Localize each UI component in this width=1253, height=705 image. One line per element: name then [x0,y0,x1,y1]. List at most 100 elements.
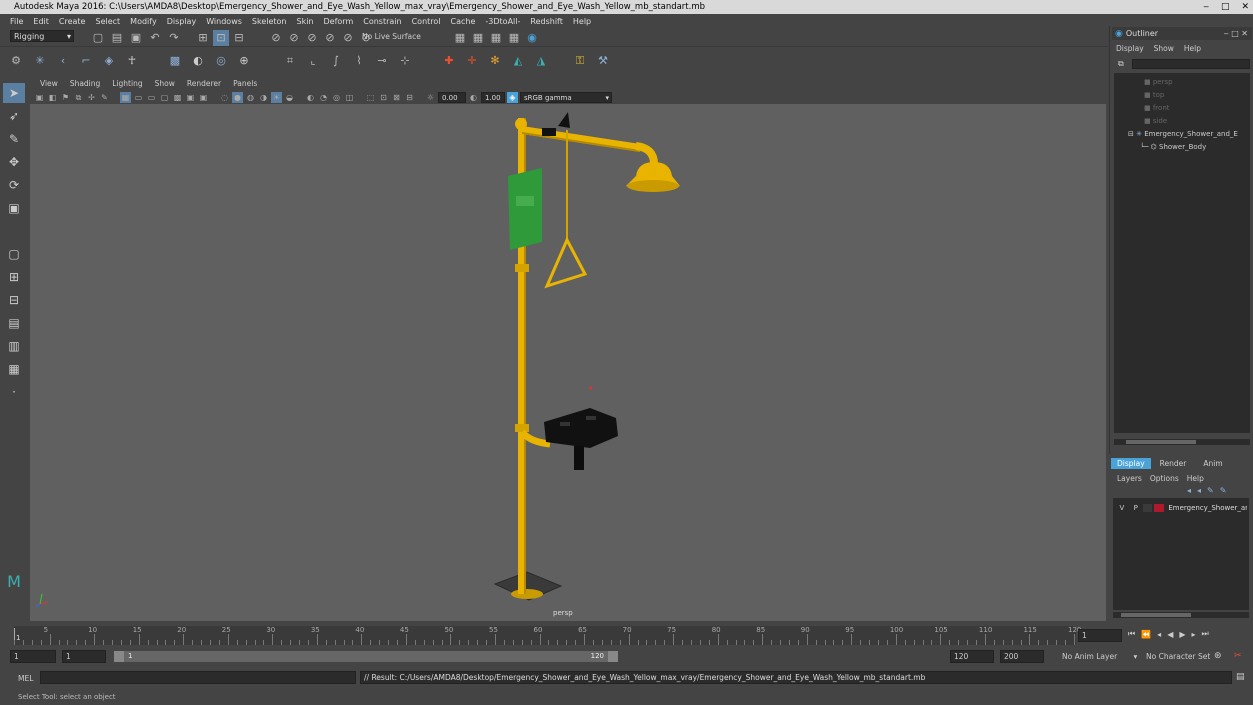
single-view-icon[interactable]: ▢ [3,244,25,264]
layout-outliner-icon[interactable]: ▤ [3,313,25,333]
outliner-hscrollbar[interactable] [1114,439,1250,445]
layer-visibility-toggle[interactable]: V [1115,504,1129,512]
gamma-field[interactable]: 1.00 [481,91,505,103]
ambient-occlusion-icon[interactable]: ◐ [305,92,316,103]
parent-constraint-icon[interactable]: ◮ [533,53,549,69]
exposure-field[interactable]: 0.00 [438,91,466,103]
script-editor-icon[interactable]: ▤ [1236,672,1245,682]
go-to-start-icon[interactable]: ⏮ [1128,629,1135,639]
bookmark-icon[interactable]: ⚑ [60,92,71,103]
redo-icon[interactable]: ↷ [166,30,182,46]
select-hierarchy-icon[interactable]: ⊞ [195,30,211,46]
new-scene-icon[interactable]: ▢ [90,30,106,46]
range-handle-right[interactable] [608,651,618,662]
outliner-menu-display[interactable]: Display [1116,44,1144,53]
joint-tool-icon[interactable]: ✳ [32,53,48,69]
select-object-icon[interactable]: ⊡ [213,30,229,46]
playback-start-field[interactable]: 1 [62,650,106,663]
grease-pencil-icon[interactable]: ✎ [99,92,110,103]
minimize-button[interactable]: ‒ [1203,0,1209,14]
detach-skin-icon[interactable]: ⌞ [305,53,321,69]
four-view-icon[interactable]: ⊞ [3,267,25,287]
viewport-menu-panels[interactable]: Panels [227,79,263,90]
smooth-shade-icon[interactable]: ● [232,91,243,103]
camera-select-icon[interactable]: ▣ [34,92,45,103]
menu-modify[interactable]: Modify [125,17,162,26]
ik-spline-icon[interactable]: ⌐ [78,53,94,69]
rotate-tool-icon[interactable]: ⟳ [3,175,25,195]
render-globe-icon[interactable]: ◉ [524,30,540,46]
anti-alias-icon[interactable]: ◎ [331,92,342,103]
layer-color-swatch[interactable] [1154,504,1165,512]
layers-menu-help[interactable]: Help [1187,474,1204,483]
outliner-window-controls[interactable]: ‒ □ ✕ [1224,29,1248,38]
bind-skin-icon[interactable]: ⌗ [282,53,298,69]
menu-file[interactable]: File [5,17,28,26]
layer-playback-toggle[interactable]: P [1129,504,1143,512]
render-frame-icon[interactable]: ▦ [452,30,468,46]
undo-icon[interactable]: ↶ [147,30,163,46]
move-layer-up-icon[interactable]: ◂ [1187,486,1191,495]
outliner-item-side[interactable]: ■ side [1144,117,1167,125]
filter-icon[interactable]: ⧉ [1118,59,1124,69]
aim-constraint-icon[interactable]: ✛ [464,53,480,69]
safe-title-icon[interactable]: ▣ [198,92,209,103]
layout-hypershade-icon[interactable]: ▦ [3,359,25,379]
copy-weights-icon[interactable]: ⊸ [374,53,390,69]
set-driven-key-icon[interactable]: ⚿ [572,53,588,69]
time-ruler[interactable]: 1 5 10 15 20 25 30 35 40 45 50 55 60 65 70 75 80 85 90 95 1… [14,626,1081,645]
paint-weights-icon[interactable]: ∫ [328,53,344,69]
wire-on-shaded-icon[interactable]: ◍ [245,92,256,103]
paint-select-icon[interactable]: ✎ [3,129,25,149]
use-all-lights-icon[interactable]: ☀ [271,91,282,103]
xray-joints-icon[interactable]: ⊠ [391,92,402,103]
maximize-button[interactable]: □ [1221,0,1230,14]
outliner-menu-help[interactable]: Help [1184,44,1201,53]
point-constraint-icon[interactable]: ✚ [441,53,457,69]
snap-view-icon[interactable]: ⊘ [322,30,338,46]
blend-shape-icon[interactable]: ⚒ [595,53,611,69]
step-back-frame-icon[interactable]: ◂ [1157,630,1161,639]
outliner-item-persp[interactable]: ■ persp [1144,78,1173,86]
gate-mask-icon[interactable]: ▢ [159,92,170,103]
color-management-icon[interactable]: ◈ [507,91,518,103]
time-slider[interactable]: 1 5 10 15 20 25 30 35 40 45 50 55 60 65 70 75 80 85 90 95 1… [0,623,1253,648]
2d-pan-icon[interactable]: ✢ [86,92,97,103]
layers-menu-layers[interactable]: Layers [1117,474,1142,483]
step-forward-frame-icon[interactable]: ▸ [1192,630,1196,639]
shelf-options-icon[interactable]: ⚙ [8,53,24,69]
lattice-icon[interactable]: ▩ [167,53,183,69]
menu-windows[interactable]: Windows [201,17,247,26]
select-component-icon[interactable]: ⊟ [231,30,247,46]
wireframe-icon[interactable]: ◌ [219,92,230,103]
save-scene-icon[interactable]: ▣ [128,30,144,46]
go-to-end-icon[interactable]: ⏭ [1202,629,1209,639]
two-view-icon[interactable]: ⊟ [3,290,25,310]
xray-icon[interactable]: ⊡ [378,92,389,103]
image-plane-icon[interactable]: ⧉ [73,92,84,103]
scale-tool-icon[interactable]: ▣ [3,198,25,218]
menu-skin[interactable]: Skin [292,17,319,26]
sculpt-icon[interactable]: ⊕ [236,53,252,69]
play-forward-icon[interactable]: ▶ [1179,630,1185,639]
menu-cache[interactable]: Cache [446,17,481,26]
mirror-weights-icon[interactable]: ⌇ [351,53,367,69]
viewport-menu-view[interactable]: View [34,79,64,90]
new-layer-icon[interactable]: ✎ [1207,486,1214,495]
humanik-icon[interactable]: ☥ [124,53,140,69]
outliner-item-mesh[interactable]: └─ ⌬ Shower_Body [1140,143,1206,151]
layout-custom-icon[interactable]: · [3,382,25,402]
field-chart-icon[interactable]: ▩ [172,92,183,103]
move-tool-icon[interactable]: ✥ [3,152,25,172]
outliner-item-front[interactable]: ■ front [1144,104,1170,112]
prune-weights-icon[interactable]: ⊹ [397,53,413,69]
viewport-menu-renderer[interactable]: Renderer [181,79,227,90]
range-slider[interactable]: 1 120 [114,651,618,662]
current-frame-field[interactable]: 1 [1078,629,1122,642]
anim-start-field[interactable]: 1 [10,650,56,663]
lasso-tool-icon[interactable]: ➶ [3,106,25,126]
script-language-toggle[interactable]: MEL [18,674,33,683]
tab-anim[interactable]: Anim [1195,458,1230,469]
textured-icon[interactable]: ◑ [258,92,269,103]
menu-3dtoall[interactable]: -3DtoAll- [480,17,525,26]
